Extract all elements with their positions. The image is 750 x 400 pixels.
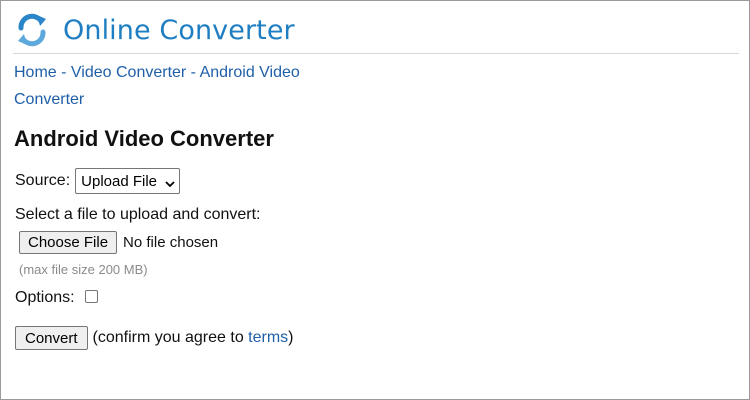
source-row: Source: Upload File bbox=[15, 168, 181, 194]
breadcrumb-video-converter[interactable]: Video Converter bbox=[71, 64, 186, 81]
source-select[interactable]: Upload File bbox=[75, 168, 181, 194]
max-file-size-note: (max file size 200 MB) bbox=[19, 262, 148, 277]
breadcrumb-separator: - bbox=[186, 64, 200, 81]
source-selected-value: Upload File bbox=[81, 172, 158, 190]
options-row: Options: bbox=[15, 289, 98, 307]
browser-page: Online Converter Home - Video Converter … bbox=[0, 0, 750, 400]
confirm-prefix: (confirm you agree to bbox=[92, 329, 249, 346]
source-label: Source: bbox=[15, 172, 71, 189]
choose-file-button[interactable]: Choose File bbox=[19, 231, 118, 254]
breadcrumb: Home - Video Converter - Android Video C… bbox=[14, 59, 334, 113]
site-header: Online Converter bbox=[13, 7, 739, 54]
terms-link[interactable]: terms bbox=[248, 329, 288, 346]
convert-button[interactable]: Convert bbox=[15, 326, 88, 350]
chevron-down-icon bbox=[165, 176, 175, 188]
breadcrumb-home[interactable]: Home bbox=[14, 64, 57, 81]
terms-confirmation: (confirm you agree to terms) bbox=[93, 329, 294, 347]
sync-arrows-icon bbox=[13, 11, 51, 49]
file-status: No file chosen bbox=[123, 234, 219, 251]
options-label: Options: bbox=[15, 289, 75, 306]
file-upload-label: Select a file to upload and convert: bbox=[15, 206, 261, 223]
options-checkbox[interactable] bbox=[84, 289, 98, 303]
breadcrumb-separator: - bbox=[56, 64, 71, 81]
site-title[interactable]: Online Converter bbox=[63, 15, 295, 46]
file-input-row: Choose File No file chosen bbox=[19, 231, 218, 254]
convert-row: Convert (confirm you agree to terms) bbox=[15, 326, 293, 350]
page-title: Android Video Converter bbox=[14, 126, 274, 151]
confirm-suffix: ) bbox=[288, 329, 294, 346]
